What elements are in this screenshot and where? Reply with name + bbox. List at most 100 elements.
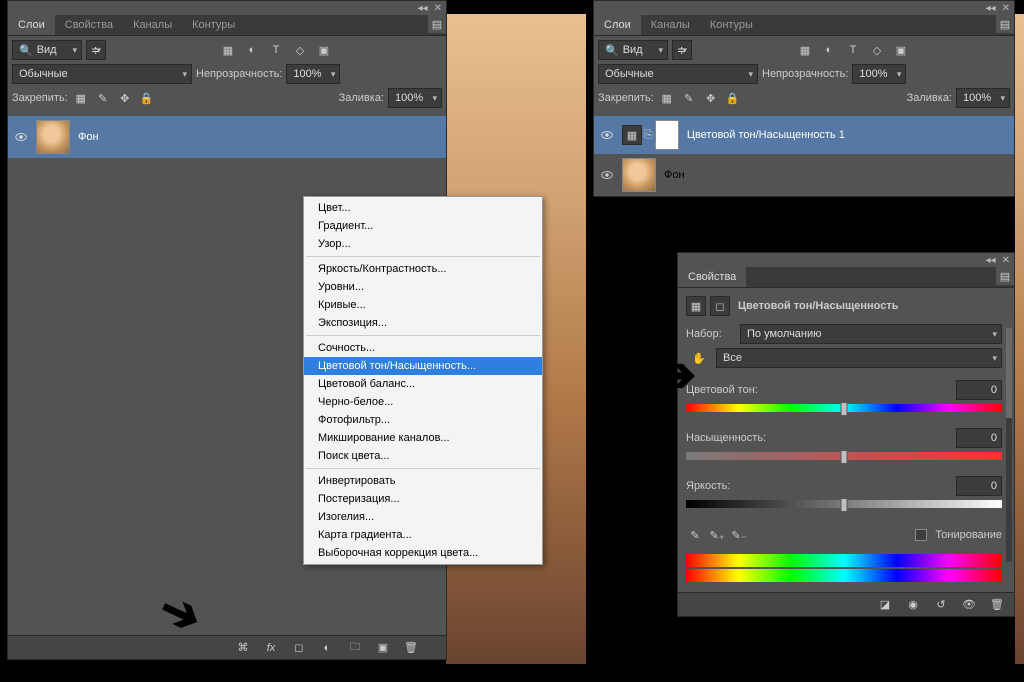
tab-paths[interactable]: Контуры: [182, 15, 245, 35]
reset-icon[interactable]: ↺: [932, 596, 950, 614]
filter-smart-icon[interactable]: ▣: [315, 41, 333, 59]
tab-channels[interactable]: Каналы: [123, 15, 182, 35]
scrollbar[interactable]: [1006, 328, 1012, 562]
filter-pixel-icon[interactable]: ▦: [796, 41, 814, 59]
adjustment-layer-icon[interactable]: ◐: [318, 639, 336, 657]
layer-row[interactable]: ▦ ⎘ Цветовой тон/Насыщенность 1: [594, 116, 1014, 154]
lightness-value[interactable]: 0: [956, 476, 1002, 496]
filter-type-icon[interactable]: T: [844, 41, 862, 59]
layer-style-icon[interactable]: fx: [262, 639, 280, 657]
lock-transparency-icon[interactable]: ▦: [72, 89, 90, 107]
menu-item[interactable]: Поиск цвета...: [304, 447, 542, 465]
panel-menu-icon[interactable]: ▤: [996, 267, 1014, 285]
menu-separator: [306, 335, 540, 336]
visibility-icon[interactable]: [600, 128, 614, 142]
saturation-slider[interactable]: [686, 452, 1002, 464]
eyedropper-icon[interactable]: ✎: [686, 526, 704, 544]
lock-all-icon[interactable]: 🔒: [138, 89, 156, 107]
menu-item[interactable]: Фотофильтр...: [304, 411, 542, 429]
menu-item[interactable]: Черно-белое...: [304, 393, 542, 411]
lock-position-icon[interactable]: ✥: [116, 89, 134, 107]
panel-menu-icon[interactable]: ▤: [996, 15, 1014, 33]
menu-item[interactable]: Уровни...: [304, 278, 542, 296]
close-icon[interactable]: ✕: [1002, 3, 1010, 14]
lock-pixels-icon[interactable]: ✎: [680, 89, 698, 107]
mask-link-icon[interactable]: ⎘: [644, 129, 653, 142]
tab-properties[interactable]: Свойства: [55, 15, 123, 35]
filter-pixel-icon[interactable]: ▦: [219, 41, 237, 59]
close-icon[interactable]: ✕: [434, 3, 442, 14]
fill-input[interactable]: 100%: [388, 88, 442, 108]
menu-item[interactable]: Цветовой баланс...: [304, 375, 542, 393]
opacity-input[interactable]: 100%: [852, 64, 906, 84]
menu-item[interactable]: Кривые...: [304, 296, 542, 314]
filter-type-select[interactable]: 🔍Вид: [598, 40, 668, 60]
menu-item[interactable]: Узор...: [304, 235, 542, 253]
tab-layers[interactable]: Слои: [8, 15, 55, 35]
panel-menu-icon[interactable]: ▤: [428, 15, 446, 33]
eyedropper-minus-icon[interactable]: ✎₋: [730, 526, 748, 544]
filter-dropdown-icon[interactable]: ≑: [86, 40, 106, 60]
collapse-icon[interactable]: ◂◂: [986, 3, 996, 14]
lock-pixels-icon[interactable]: ✎: [94, 89, 112, 107]
channel-select[interactable]: Все: [716, 348, 1002, 368]
delete-layer-icon[interactable]: 🗑: [402, 639, 420, 657]
delete-adjustment-icon[interactable]: 🗑: [988, 596, 1006, 614]
new-layer-icon[interactable]: ▣: [374, 639, 392, 657]
collapse-icon[interactable]: ◂◂: [418, 3, 428, 14]
menu-item[interactable]: Инвертировать: [304, 472, 542, 490]
hue-value[interactable]: 0: [956, 380, 1002, 400]
tab-properties[interactable]: Свойства: [678, 267, 746, 287]
filter-dropdown-icon[interactable]: ≑: [672, 40, 692, 60]
filter-adjust-icon[interactable]: ◐: [820, 41, 838, 59]
menu-item[interactable]: Микширование каналов...: [304, 429, 542, 447]
link-layers-icon[interactable]: ⌘: [234, 639, 252, 657]
layer-row[interactable]: Фон: [8, 116, 446, 158]
menu-item[interactable]: Цвет...: [304, 199, 542, 217]
clip-to-layer-icon[interactable]: ◪: [876, 596, 894, 614]
visibility-icon[interactable]: [600, 168, 614, 182]
menu-item[interactable]: Изогелия...: [304, 508, 542, 526]
opacity-input[interactable]: 100%: [286, 64, 340, 84]
saturation-value[interactable]: 0: [956, 428, 1002, 448]
colorize-checkbox[interactable]: [915, 529, 927, 541]
menu-item[interactable]: Карта градиента...: [304, 526, 542, 544]
menu-item[interactable]: Яркость/Контрастность...: [304, 260, 542, 278]
menu-item[interactable]: Цветовой тон/Насыщенность...: [304, 357, 542, 375]
eyedropper-plus-icon[interactable]: ✎₊: [708, 526, 726, 544]
lock-position-icon[interactable]: ✥: [702, 89, 720, 107]
tab-channels[interactable]: Каналы: [641, 15, 700, 35]
collapse-icon[interactable]: ◂◂: [986, 255, 996, 266]
tab-paths[interactable]: Контуры: [700, 15, 763, 35]
filter-smart-icon[interactable]: ▣: [892, 41, 910, 59]
lock-all-icon[interactable]: 🔒: [724, 89, 742, 107]
filter-adjust-icon[interactable]: ◐: [243, 41, 261, 59]
mask-type-icon[interactable]: ◻: [710, 296, 730, 316]
hue-slider[interactable]: [686, 404, 1002, 416]
menu-item[interactable]: Постеризация...: [304, 490, 542, 508]
filter-type-icon[interactable]: T: [267, 41, 285, 59]
toggle-visibility-icon[interactable]: 👁: [960, 596, 978, 614]
close-icon[interactable]: ✕: [1002, 255, 1010, 266]
new-group-icon[interactable]: 🗀: [346, 639, 364, 657]
filter-shape-icon[interactable]: ◇: [291, 41, 309, 59]
tab-layers[interactable]: Слои: [594, 15, 641, 35]
blend-mode-select[interactable]: Обычные: [12, 64, 192, 84]
layer-mask-icon[interactable]: ◻: [290, 639, 308, 657]
menu-item[interactable]: Экспозиция...: [304, 314, 542, 332]
filter-shape-icon[interactable]: ◇: [868, 41, 886, 59]
lightness-slider[interactable]: [686, 500, 1002, 512]
preset-select[interactable]: По умолчанию: [740, 324, 1002, 344]
lock-transparency-icon[interactable]: ▦: [658, 89, 676, 107]
filter-type-select[interactable]: 🔍Вид: [12, 40, 82, 60]
visibility-icon[interactable]: [14, 130, 28, 144]
blend-mode-select[interactable]: Обычные: [598, 64, 758, 84]
fill-input[interactable]: 100%: [956, 88, 1010, 108]
fill-label: Заливка:: [907, 92, 952, 104]
menu-item[interactable]: Сочность...: [304, 339, 542, 357]
view-previous-icon[interactable]: ◉: [904, 596, 922, 614]
layer-row[interactable]: Фон: [594, 154, 1014, 196]
adjustment-layer-menu: Цвет...Градиент...Узор... Яркость/Контрас…: [303, 196, 543, 565]
menu-item[interactable]: Градиент...: [304, 217, 542, 235]
menu-item[interactable]: Выборочная коррекция цвета...: [304, 544, 542, 562]
